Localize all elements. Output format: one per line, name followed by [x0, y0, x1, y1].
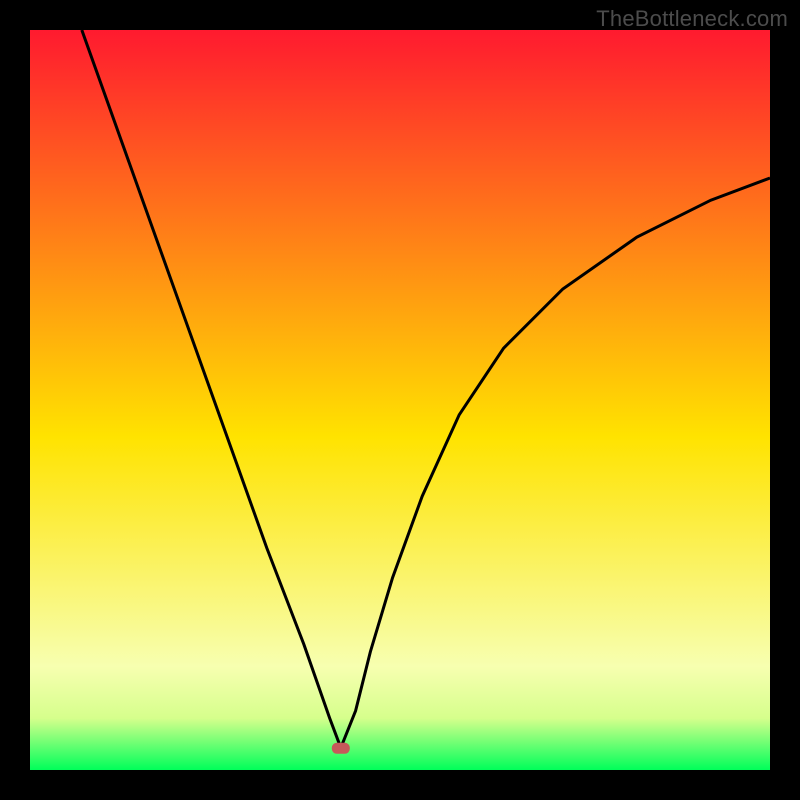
gradient-background	[30, 30, 770, 770]
watermark-text: TheBottleneck.com	[596, 6, 788, 32]
black-frame: TheBottleneck.com	[0, 0, 800, 800]
chart-plot-area	[30, 30, 770, 770]
optimum-marker	[332, 743, 350, 754]
chart-svg	[30, 30, 770, 770]
